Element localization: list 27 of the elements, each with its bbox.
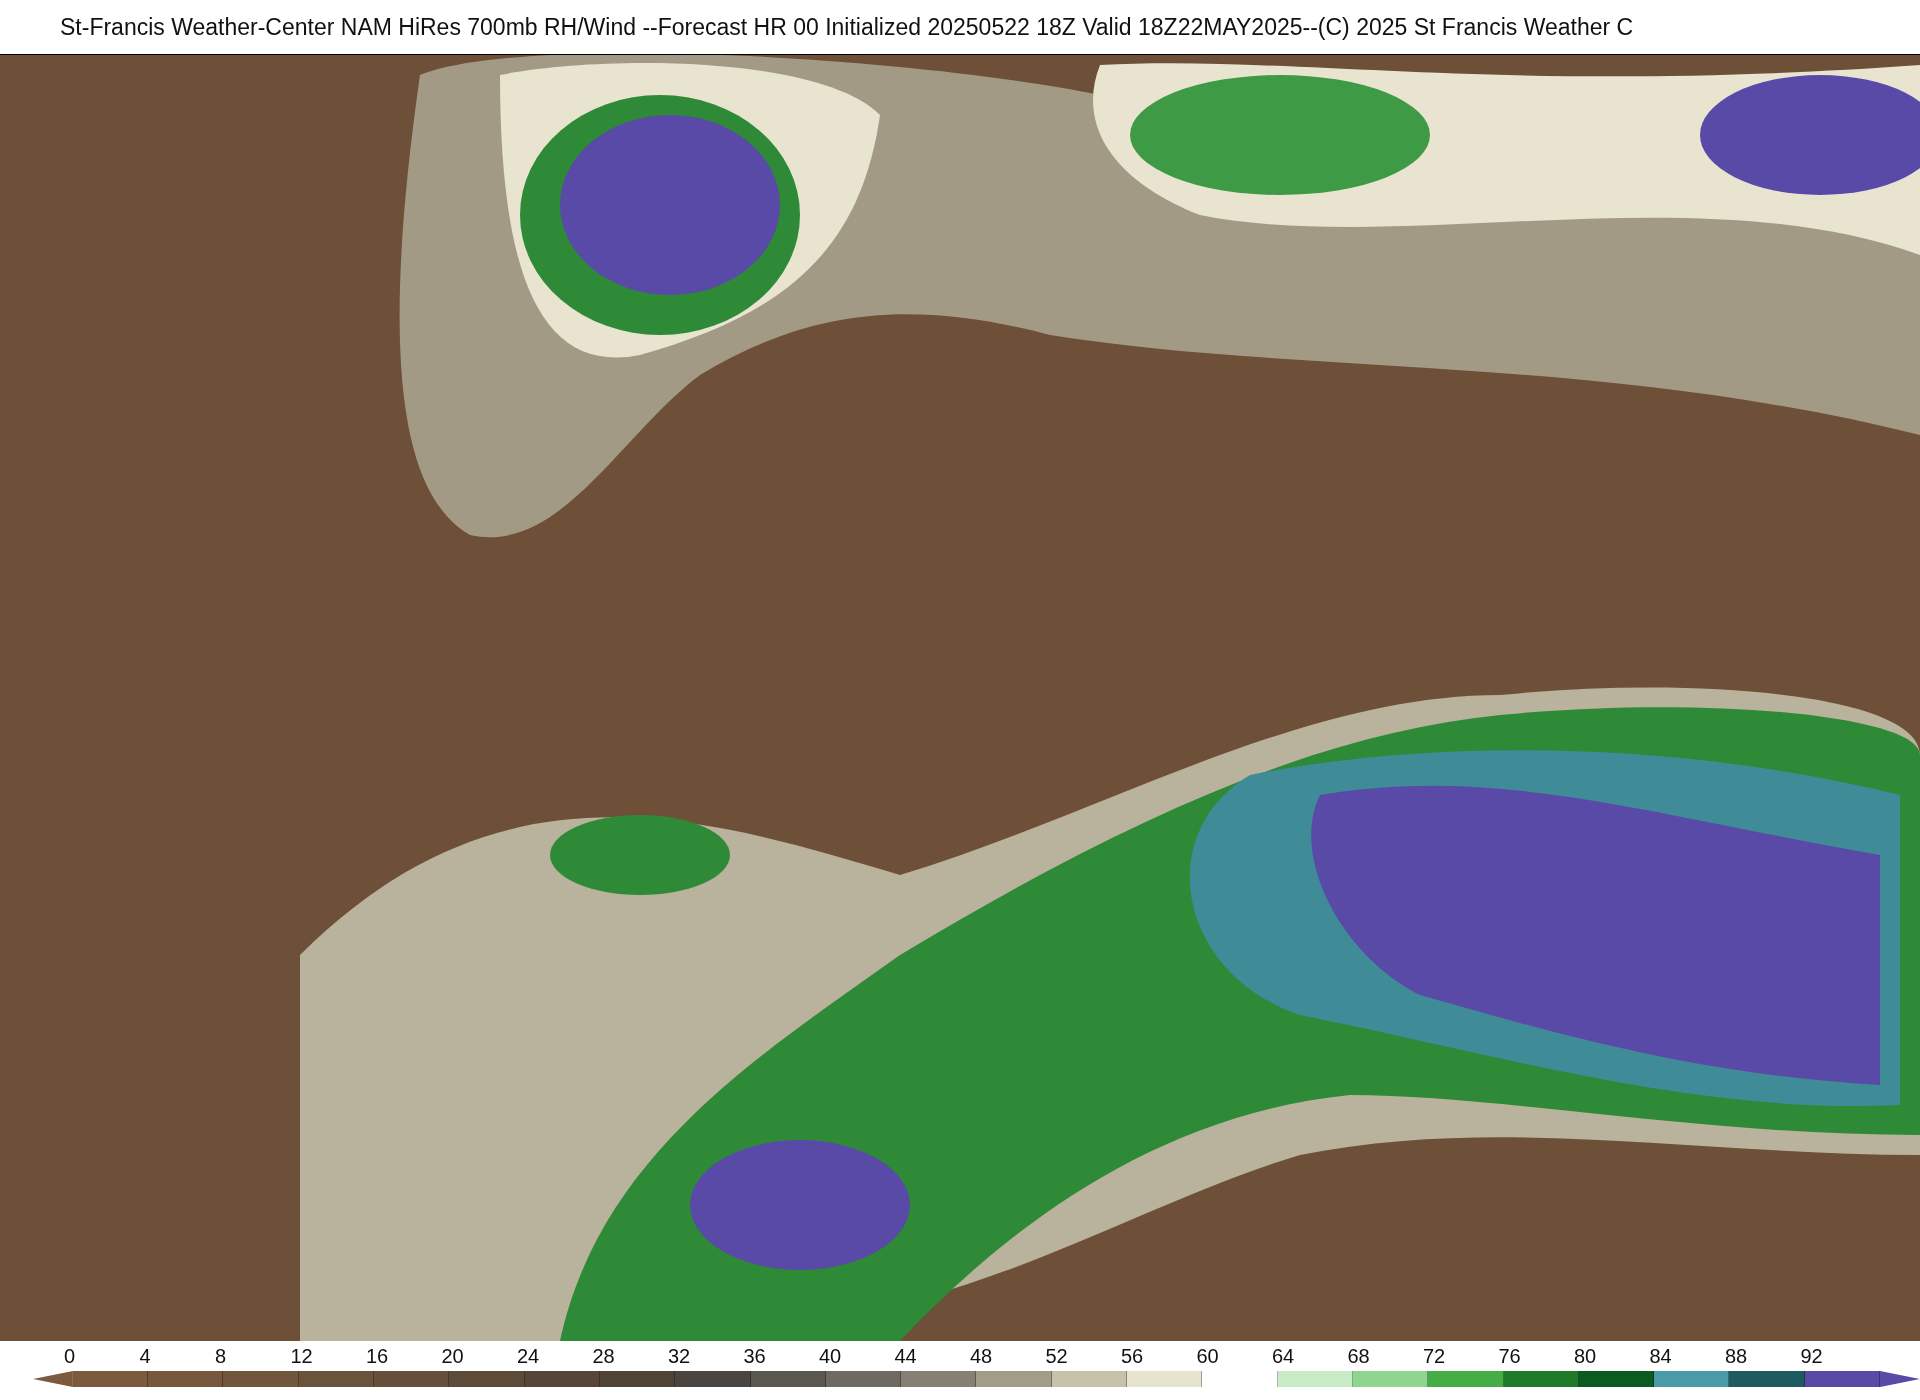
colorbar-tick-label: 52 (1045, 1344, 1069, 1368)
colorbar-tick-label: 16 (366, 1344, 390, 1368)
colorbar-tick-label: 92 (1800, 1344, 1824, 1368)
colorbar-tick-label: 72 (1423, 1344, 1447, 1368)
colorbar-tick-label: 84 (1649, 1344, 1673, 1368)
colorbar-tick-label: 32 (668, 1344, 692, 1368)
colorbar-tick-label: 40 (819, 1344, 843, 1368)
colorbar-left-arrow-icon (33, 1371, 73, 1387)
map-title: St-Francis Weather-Center NAM HiRes 700mb RH/Wind --Forecast HR 00 Initialized 20250522 18Z Valid 18Z22MAY2025--(C) 2025 St Francis Weather C (60, 13, 1634, 41)
colorbar-tick-label: 88 (1725, 1344, 1749, 1368)
colorbar-right-arrow-icon (1880, 1371, 1920, 1387)
colorbar-tick-label: 8 (215, 1344, 228, 1368)
colorbar-tick-label: 28 (592, 1344, 616, 1368)
colorbar-tick-label: 64 (1272, 1344, 1296, 1368)
colorbar-tick-label: 56 (1121, 1344, 1145, 1368)
colorbar-tick-label: 68 (1347, 1344, 1371, 1368)
colorbar-tick-label: 12 (290, 1344, 314, 1368)
colorbar-tick-label: 80 (1574, 1344, 1598, 1368)
colorbar-tick-label: 4 (139, 1344, 152, 1368)
colorbar-tick-label: 60 (1196, 1344, 1220, 1368)
colorbar-tick-label: 24 (517, 1344, 541, 1368)
colorbar-tick-label: 48 (970, 1344, 994, 1368)
colorbar-tick-label: 20 (441, 1344, 465, 1368)
colorbar-tick-label: 36 (743, 1344, 767, 1368)
colorbar-tick-label: 44 (894, 1344, 918, 1368)
colorbar-tick-label: 76 (1498, 1344, 1522, 1368)
colorbar-tick-label: 0 (64, 1344, 77, 1368)
